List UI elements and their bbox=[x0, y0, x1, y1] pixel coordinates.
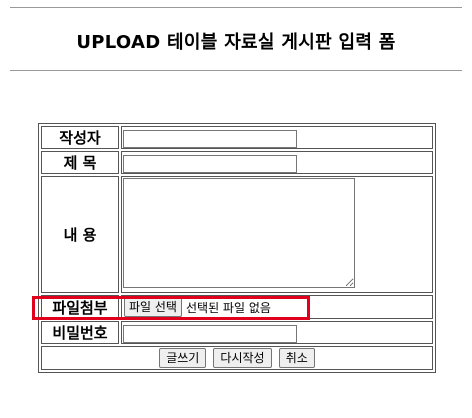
top-divider bbox=[10, 7, 462, 8]
page-title: UPLOAD 테이블 자료실 게시판 입력 폼 bbox=[76, 32, 396, 53]
button-row: 글쓰기 다시작성 취소 bbox=[41, 346, 433, 370]
writer-input[interactable] bbox=[123, 129, 297, 148]
title-divider bbox=[10, 70, 462, 71]
file-select-button[interactable]: 파일 선택 bbox=[124, 297, 182, 317]
password-input[interactable] bbox=[123, 324, 297, 343]
file-label: 파일첨부 bbox=[41, 295, 119, 319]
cancel-button[interactable]: 취소 bbox=[278, 348, 315, 368]
file-status-text: 선택된 파일 없음 bbox=[185, 300, 271, 315]
writer-label: 작성자 bbox=[41, 126, 119, 149]
file-input[interactable]: 파일 선택 선택된 파일 없음 bbox=[122, 296, 432, 318]
upload-form-table: 작성자 제 목 내 용 파일첨부 파일 선택 선택된 파일 없음 비밀번호 글쓰… bbox=[38, 123, 436, 373]
subject-label: 제 목 bbox=[41, 151, 119, 174]
password-label: 비밀번호 bbox=[41, 321, 119, 344]
content-textarea[interactable] bbox=[123, 178, 355, 288]
content-label: 내 용 bbox=[41, 176, 119, 293]
rewrite-button[interactable]: 다시작성 bbox=[213, 348, 272, 368]
subject-input[interactable] bbox=[123, 154, 297, 173]
write-button[interactable]: 글쓰기 bbox=[159, 348, 207, 368]
